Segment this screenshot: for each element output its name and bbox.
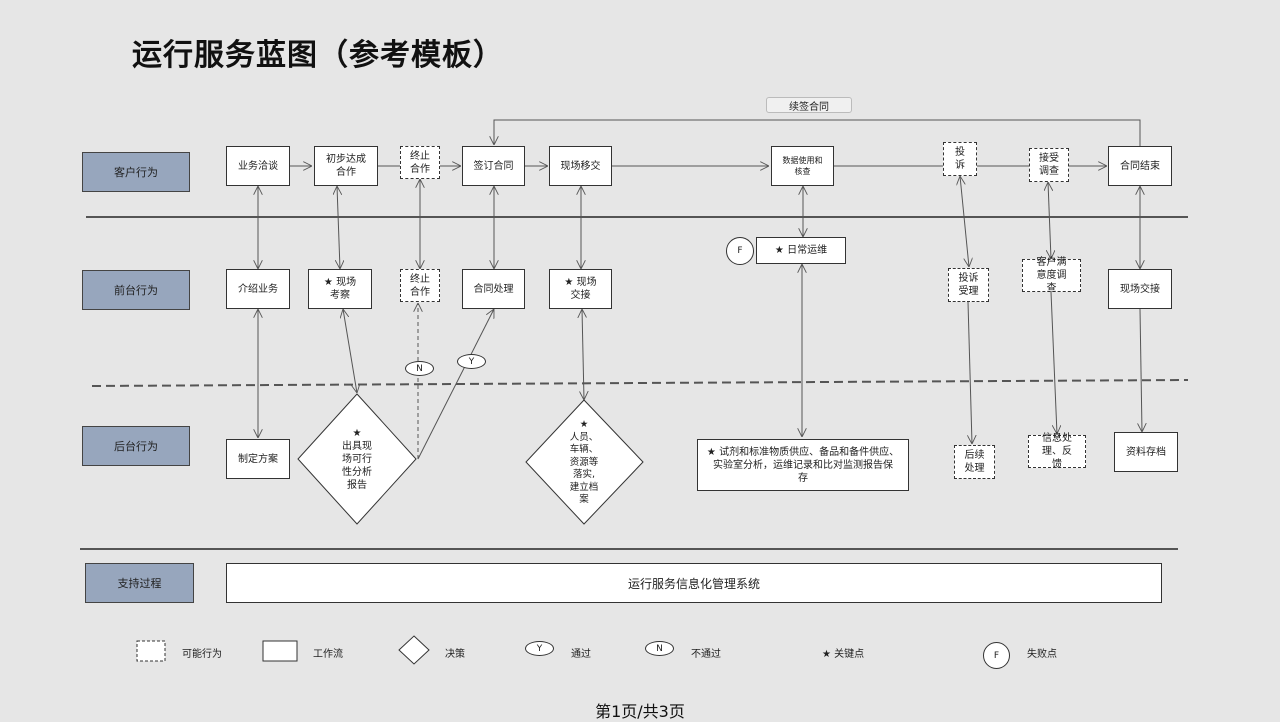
connector bbox=[582, 309, 584, 400]
legend-pass-label: 通过 bbox=[571, 649, 591, 660]
legend-decision-label: 决策 bbox=[445, 649, 465, 660]
legend-diamond-icon bbox=[398, 635, 430, 665]
decision-feasibility-text: ★ 出具现 场可行 性分析 报告 bbox=[342, 428, 372, 491]
connector bbox=[337, 186, 340, 269]
line-of-visibility bbox=[91, 379, 1189, 387]
step-supply-analysis[interactable]: ★ 试剂和标准物质供应、备品和备件供应、 实验室分析，运维记录和比对监测报告保 … bbox=[697, 439, 909, 491]
step-site-inspection[interactable]: ★ 现场 考察 bbox=[308, 269, 372, 309]
legend-dashed-box-icon bbox=[136, 640, 166, 662]
decision-resources-text: ★ 人员、 车辆、 资源等 落实, 建立档 案 bbox=[569, 419, 599, 505]
connector bbox=[1048, 182, 1051, 259]
lane-customer: 客户行为 bbox=[82, 152, 190, 192]
page-indicator: 第1页/共3页 bbox=[595, 702, 685, 721]
yes-marker: Y bbox=[457, 354, 486, 369]
step-accept-survey[interactable]: 接受 调查 bbox=[1029, 148, 1069, 182]
lane-front: 前台行为 bbox=[82, 270, 190, 310]
legend-workflow-label: 工作流 bbox=[313, 649, 343, 660]
legend-pass-icon: Y bbox=[525, 641, 554, 656]
step-site-transfer[interactable]: ★ 现场 交接 bbox=[549, 269, 612, 309]
connector bbox=[1140, 308, 1142, 432]
support-system-box: 运行服务信息化管理系统 bbox=[226, 563, 1162, 603]
step-archive[interactable]: 资料存档 bbox=[1114, 432, 1178, 472]
step-daily-maintenance[interactable]: ★ 日常运维 bbox=[756, 237, 846, 264]
step-complaint[interactable]: 投 诉 bbox=[943, 142, 977, 176]
connector bbox=[968, 301, 972, 444]
step-make-plan[interactable]: 制定方案 bbox=[226, 439, 290, 479]
legend-nopass-icon: N bbox=[645, 641, 674, 656]
step-satisfaction-survey[interactable]: 客户满 意度调 查 bbox=[1022, 257, 1081, 294]
step-business-negotiation[interactable]: 业务洽谈 bbox=[226, 146, 290, 186]
step-sign-contract[interactable]: 签订合同 bbox=[462, 146, 525, 186]
legend-possible-label: 可能行为 bbox=[182, 649, 222, 660]
step-site-handover[interactable]: 现场移交 bbox=[549, 146, 612, 186]
step-data-usage-check[interactable]: 数据使用和 核查 bbox=[771, 146, 834, 186]
step-terminate-cooperation[interactable]: 终止 合作 bbox=[400, 146, 440, 179]
legend-failpoint-icon: F bbox=[983, 642, 1010, 669]
step-contract-processing[interactable]: 合同处理 bbox=[462, 269, 525, 309]
no-marker: N bbox=[405, 361, 434, 376]
renew-loop-connector bbox=[494, 119, 1141, 146]
connector bbox=[343, 309, 357, 393]
lane-back: 后台行为 bbox=[82, 426, 190, 466]
lane-support: 支持过程 bbox=[85, 563, 194, 603]
legend-failpoint-label: 失败点 bbox=[1027, 649, 1057, 660]
connector-layer bbox=[80, 119, 1189, 665]
fail-point-marker: F bbox=[726, 237, 754, 265]
step-terminate-cooperation-front[interactable]: 终止 合作 bbox=[400, 269, 440, 302]
connector bbox=[1050, 291, 1057, 434]
step-contract-end[interactable]: 合同结束 bbox=[1108, 146, 1172, 186]
step-info-feedback[interactable]: 信息处 理、反 馈 bbox=[1028, 433, 1086, 470]
step-site-handover-front[interactable]: 现场交接 bbox=[1108, 269, 1172, 309]
legend-nopass-label: 不通过 bbox=[691, 649, 721, 660]
step-introduce-business[interactable]: 介绍业务 bbox=[226, 269, 290, 309]
step-initial-agreement[interactable]: 初步达成 合作 bbox=[314, 146, 378, 186]
step-complaint-handling[interactable]: 投诉 受理 bbox=[948, 268, 989, 302]
legend-solid-box-icon bbox=[262, 640, 298, 662]
step-follow-up[interactable]: 后续 处理 bbox=[954, 445, 995, 479]
connector bbox=[960, 176, 969, 267]
legend-key-label: ★ 关键点 bbox=[822, 649, 865, 660]
renew-contract-label: 续签合同 bbox=[766, 97, 852, 113]
